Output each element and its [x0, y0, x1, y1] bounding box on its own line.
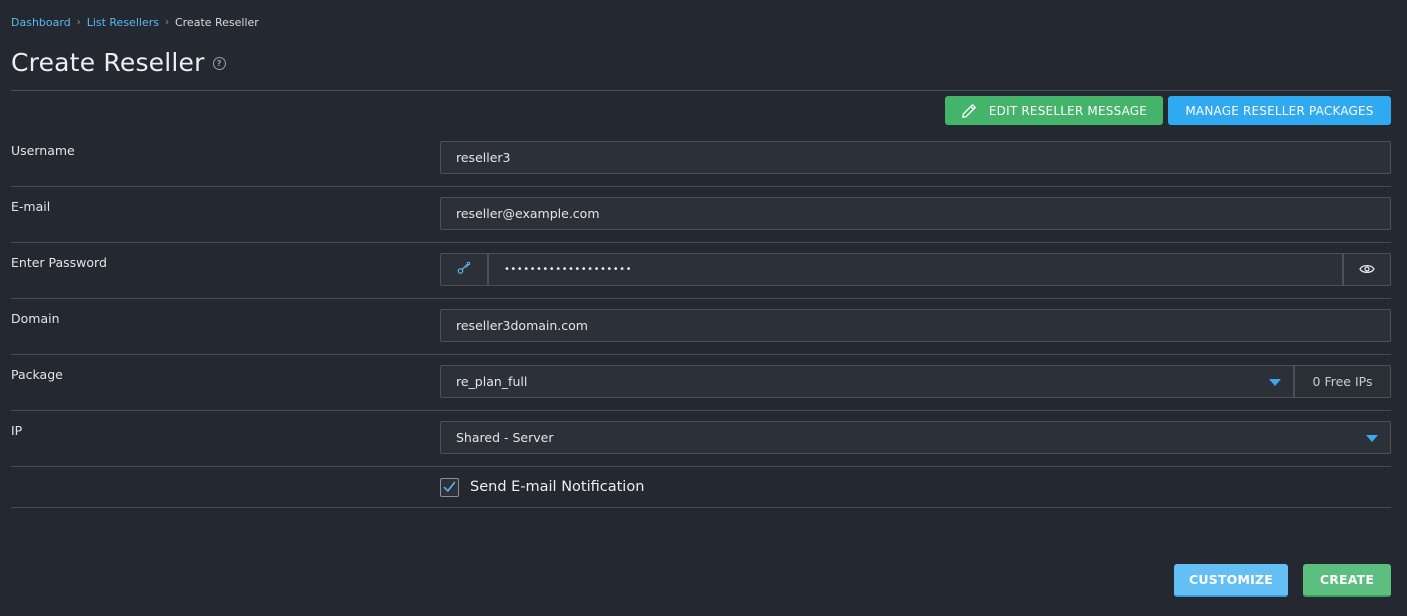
eye-icon: [1359, 260, 1375, 279]
username-label: Username: [11, 143, 75, 158]
password-input[interactable]: ••••••••••••••••••••: [488, 253, 1343, 286]
customize-label: CUSTOMIZE: [1189, 572, 1273, 587]
breadcrumb-current: Create Reseller: [174, 16, 259, 29]
chevron-right-icon: ›: [76, 17, 81, 28]
edit-reseller-message-label: EDIT RESELLER MESSAGE: [988, 103, 1148, 118]
domain-input[interactable]: reseller3domain.com: [440, 309, 1391, 342]
chevron-right-icon: ›: [164, 17, 169, 28]
title-divider: [11, 90, 1391, 91]
customize-button[interactable]: CUSTOMIZE: [1174, 564, 1288, 597]
edit-reseller-message-button[interactable]: EDIT RESELLER MESSAGE: [945, 96, 1163, 125]
create-button[interactable]: CREATE: [1303, 564, 1391, 597]
ip-select[interactable]: Shared - Server: [440, 421, 1391, 454]
page-title: Create Reseller: [11, 48, 205, 77]
password-row: Enter Password ••••••••••••••••••••: [11, 253, 1391, 299]
email-row: E-mail reseller@example.com: [11, 197, 1391, 243]
generate-password-button[interactable]: [440, 253, 488, 286]
question-circle-icon[interactable]: ?: [212, 57, 226, 70]
send-email-notification-label[interactable]: Send E-mail Notification: [470, 479, 644, 495]
create-reseller-page: Dashboard › List Resellers › Create Rese…: [0, 0, 1407, 616]
ip-row: IP Shared - Server: [11, 421, 1391, 467]
username-input[interactable]: reseller3: [440, 141, 1391, 174]
domain-row: Domain reseller3domain.com: [11, 309, 1391, 355]
create-label: CREATE: [1319, 572, 1375, 587]
package-select[interactable]: re_plan_full: [440, 365, 1294, 398]
manage-reseller-packages-button[interactable]: MANAGE RESELLER PACKAGES: [1168, 96, 1391, 125]
show-password-button[interactable]: [1343, 253, 1391, 286]
username-row: Username reseller3: [11, 141, 1391, 187]
email-value: reseller@example.com: [456, 206, 600, 221]
pencil-icon: [961, 103, 977, 119]
breadcrumb: Dashboard › List Resellers › Create Rese…: [11, 16, 259, 29]
domain-label: Domain: [11, 311, 60, 326]
domain-value: reseller3domain.com: [456, 318, 588, 333]
package-selected-value: re_plan_full: [456, 374, 528, 389]
key-generate-icon: [456, 260, 472, 280]
breadcrumb-list-resellers[interactable]: List Resellers: [87, 16, 159, 29]
username-value: reseller3: [456, 150, 511, 165]
checkmark-icon: [443, 478, 456, 497]
title-row: Create Reseller ?: [11, 48, 226, 77]
notification-row: Send E-mail Notification: [11, 467, 1391, 508]
password-label: Enter Password: [11, 255, 107, 270]
email-label: E-mail: [11, 199, 51, 214]
breadcrumb-dashboard[interactable]: Dashboard: [11, 16, 71, 29]
caret-down-icon: [1366, 435, 1378, 442]
manage-reseller-packages-label: MANAGE RESELLER PACKAGES: [1185, 103, 1374, 118]
ip-selected-value: Shared - Server: [456, 430, 554, 445]
caret-down-icon: [1269, 379, 1281, 386]
package-label: Package: [11, 367, 63, 382]
ip-label: IP: [11, 423, 23, 438]
package-row: Package re_plan_full 0 Free IPs: [11, 365, 1391, 411]
password-value: ••••••••••••••••••••: [504, 264, 632, 275]
send-email-notification-checkbox[interactable]: [440, 478, 459, 497]
email-input[interactable]: reseller@example.com: [440, 197, 1391, 230]
free-ips-text: 0 Free IPs: [1312, 374, 1373, 389]
free-ips-badge: 0 Free IPs: [1294, 365, 1391, 398]
